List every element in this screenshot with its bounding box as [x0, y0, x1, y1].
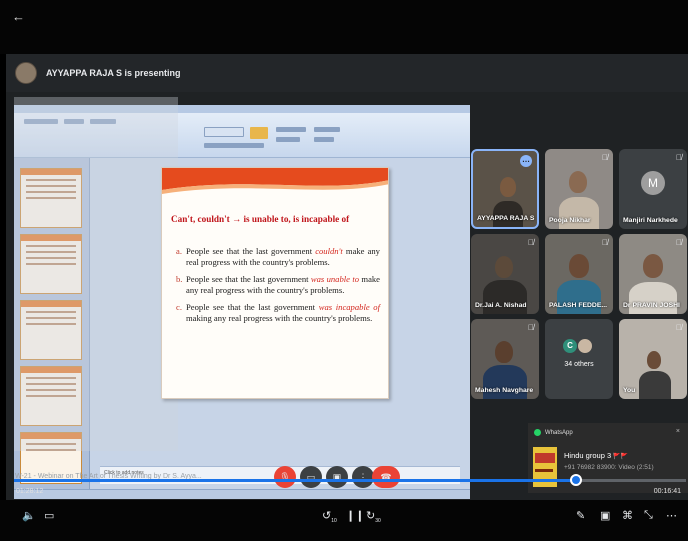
- remaining-time: 00:16:41: [653, 488, 681, 495]
- notification-app-name: WhatsApp: [545, 429, 573, 436]
- slide-item-b: b. People see that the last government wa…: [176, 274, 380, 295]
- captions-button[interactable]: ▣: [326, 466, 348, 488]
- end-call-button[interactable]: ☎: [372, 466, 400, 488]
- avatar: C: [563, 339, 577, 353]
- whatsapp-icon: [534, 429, 541, 436]
- volume-icon[interactable]: 🔈: [22, 509, 36, 522]
- participant-name: AYYAPPA RAJA S: [477, 215, 535, 222]
- slide-heading: Can't, couldn't → is unable to, is incap…: [171, 214, 350, 224]
- slide-item-c: c. People see that the last government wa…: [176, 302, 380, 323]
- overlay-ghost-panel: [14, 97, 178, 451]
- notification-message: +91 76982 83900: Video (2:51): [564, 464, 654, 471]
- notification-title: Hindu group 3 🚩🚩: [564, 451, 629, 460]
- ppt-status-bar: [14, 489, 470, 499]
- participant-tile-pravin[interactable]: 🎙̸ Dr PRAVIN JOSHI: [619, 234, 687, 314]
- participant-tile-ayyappa[interactable]: … AYYAPPA RAJA S: [471, 149, 539, 229]
- slide-bullet-list: a. People see that the last government co…: [176, 246, 380, 330]
- mic-off-icon: 🎙̸: [528, 323, 534, 332]
- avatar: [577, 338, 593, 354]
- whatsapp-notification[interactable]: WhatsApp × Hindu group 3 🚩🚩 +91 76982 83…: [528, 423, 688, 493]
- participant-tile-pooja[interactable]: 🎙̸ Pooja Nikhar: [545, 149, 613, 229]
- mic-off-icon: 🎙̸: [602, 153, 608, 162]
- close-icon[interactable]: ×: [676, 428, 680, 435]
- seek-handle[interactable]: [570, 474, 582, 486]
- participant-name: Pooja Nikhar: [549, 217, 591, 224]
- elapsed-time: 01:28:12: [16, 488, 44, 495]
- participant-name: You: [623, 387, 636, 394]
- subtitles-icon[interactable]: ▭: [44, 509, 54, 522]
- current-slide: Can't, couldn't → is unable to, is incap…: [161, 167, 389, 399]
- mic-off-icon: 🎙̸: [676, 238, 682, 247]
- mic-off-icon: 🎙̸: [602, 238, 608, 247]
- seek-bar[interactable]: [14, 479, 686, 482]
- rewind-10-icon[interactable]: ↺10: [322, 509, 337, 524]
- mic-off-icon: 🎙̸: [676, 323, 682, 332]
- participant-tile-jai[interactable]: 🎙̸ Dr.Jai A. Nishad: [471, 234, 539, 314]
- seek-progress: [14, 479, 576, 482]
- fullscreen-exit-icon[interactable]: ⤡: [644, 509, 653, 522]
- camera-toggle-button[interactable]: ▭: [300, 466, 322, 488]
- more-icon[interactable]: ⋯: [666, 509, 677, 522]
- flag-emoji-icon: 🚩🚩: [613, 454, 629, 460]
- mic-toggle-button[interactable]: 🎙: [274, 466, 296, 488]
- picture-in-picture-icon[interactable]: ▣: [600, 509, 610, 522]
- slide-item-a: a. People see that the last government co…: [176, 246, 380, 267]
- cast-icon[interactable]: ⌘: [622, 509, 633, 522]
- presenter-avatar: [15, 62, 37, 84]
- avatar: M: [641, 171, 665, 195]
- participant-tile-palash[interactable]: 🎙̸ PALASH FEDDE...: [545, 234, 613, 314]
- participant-name: PALASH FEDDE...: [549, 302, 608, 309]
- participant-name: Dr PRAVIN JOSHI: [623, 302, 680, 309]
- slide-swoosh-decoration: [162, 168, 388, 194]
- back-arrow-icon[interactable]: ←: [12, 9, 25, 24]
- more-options-button[interactable]: ⋮: [352, 466, 374, 488]
- participant-tile-mahesh[interactable]: 🎙̸ Mahesh Navghare: [471, 319, 539, 399]
- pause-icon[interactable]: ❙❙: [346, 509, 364, 522]
- forward-30-icon[interactable]: ↻30: [366, 509, 381, 524]
- mic-off-icon: 🎙̸: [676, 153, 682, 162]
- presenting-text: AYYAPPA RAJA S is presenting: [46, 68, 181, 78]
- participant-tile-manjiri[interactable]: M 🎙̸ Manjiri Narkhede: [619, 149, 687, 229]
- more-options-icon[interactable]: …: [520, 155, 532, 167]
- mic-off-icon: 🎙̸: [528, 238, 534, 247]
- player-top-bar: ←: [0, 0, 688, 54]
- participant-tile-others[interactable]: C 34 others: [545, 319, 613, 399]
- participant-name: Manjiri Narkhede: [623, 217, 678, 224]
- notification-header: WhatsApp: [534, 429, 573, 436]
- others-count: 34 others: [564, 361, 594, 368]
- draw-icon[interactable]: ✎: [576, 509, 585, 522]
- participant-name: Dr.Jai A. Nishad: [475, 302, 527, 309]
- participant-tile-you[interactable]: 🎙̸ You: [619, 319, 687, 399]
- presenting-bar: AYYAPPA RAJA S is presenting: [6, 54, 688, 92]
- participant-name: Mahesh Navghare: [475, 387, 534, 394]
